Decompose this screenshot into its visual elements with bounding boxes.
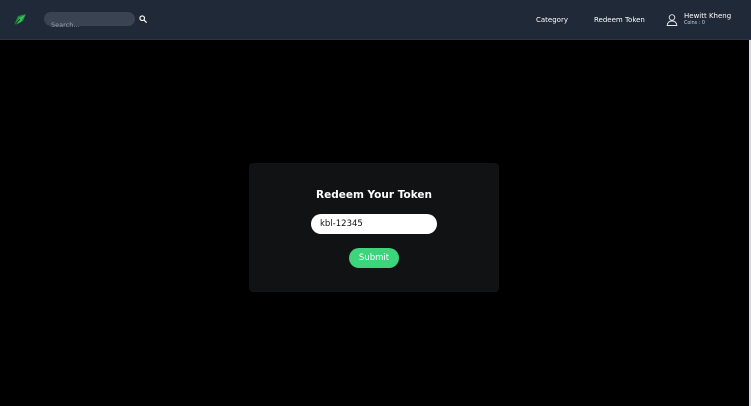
- submit-button[interactable]: Submit: [349, 248, 399, 268]
- redeem-token-card: Redeem Your Token Submit: [249, 163, 499, 292]
- nav-link-category[interactable]: Category: [536, 14, 568, 26]
- user-icon[interactable]: [666, 12, 678, 26]
- search-box: [44, 12, 135, 32]
- user-name[interactable]: Hewitt Kheng: [684, 12, 731, 21]
- search-input[interactable]: [44, 18, 135, 32]
- redeem-card-title: Redeem Your Token: [315, 189, 432, 201]
- nav-link-redeem-token[interactable]: Redeem Token: [594, 14, 645, 26]
- top-navbar: Category Redeem Token Hewitt Kheng Coins…: [0, 0, 751, 40]
- token-input[interactable]: [311, 214, 437, 234]
- leaf-logo-icon[interactable]: [12, 12, 28, 27]
- search-icon[interactable]: [138, 14, 147, 24]
- user-coins: Coins : 0: [684, 21, 705, 26]
